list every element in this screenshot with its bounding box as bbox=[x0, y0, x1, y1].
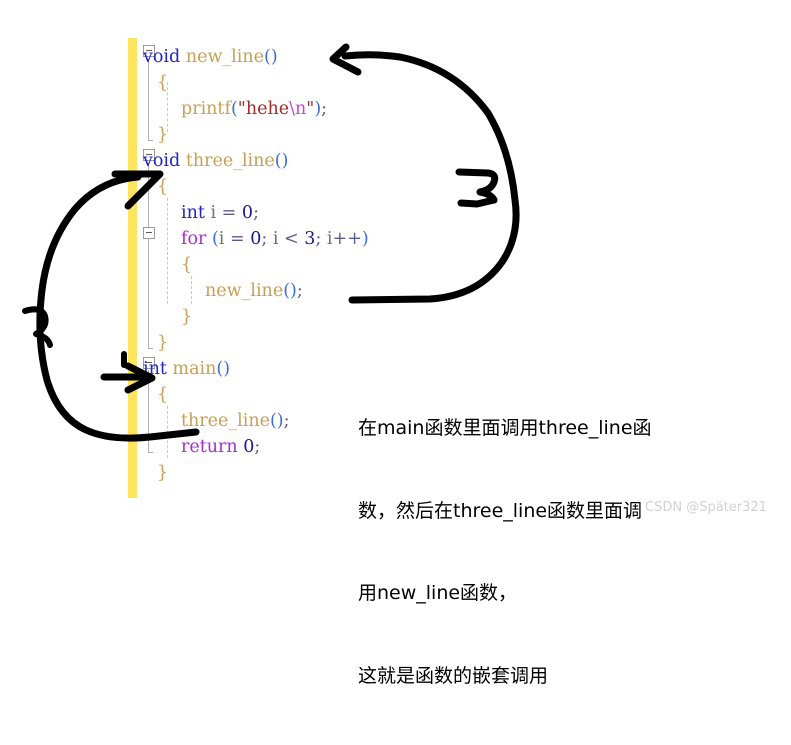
code-token: { bbox=[157, 385, 169, 405]
code-line[interactable]: int main() bbox=[143, 356, 369, 382]
code-token: () bbox=[283, 281, 297, 301]
code-token: () bbox=[274, 151, 289, 171]
code-token: ; bbox=[254, 437, 261, 457]
screenshot-root: void new_line(){printf("hehe\n");} void t… bbox=[0, 0, 791, 687]
code-token: return bbox=[181, 437, 238, 457]
code-line[interactable]: } bbox=[143, 304, 369, 330]
code-token: { bbox=[157, 177, 169, 197]
code-line[interactable]: int i = 0; bbox=[143, 200, 369, 226]
code-token: three_line bbox=[185, 151, 275, 171]
code-token: } bbox=[157, 463, 169, 483]
annotation-text-block: 在main函数里面调用three_line函 数，然后在three_line函数… bbox=[358, 360, 768, 745]
code-token: = bbox=[229, 229, 245, 249]
annotation-line: 这就是函数的嵌套调用 bbox=[358, 664, 549, 687]
csdn-watermark: CSDN @Später321 bbox=[645, 500, 767, 515]
code-token: () bbox=[269, 411, 284, 431]
code-line[interactable]: void three_line() bbox=[143, 148, 369, 174]
code-line[interactable]: for (i = 0; i < 3; i++) bbox=[143, 226, 369, 252]
code-line[interactable]: } bbox=[143, 122, 369, 148]
code-token: int bbox=[143, 359, 167, 379]
code-token: ++ bbox=[332, 229, 362, 249]
code-line[interactable]: { bbox=[143, 252, 369, 278]
code-token: 0 bbox=[241, 203, 254, 223]
annotation-line: 在main函数里面调用three_line函 bbox=[358, 417, 652, 439]
code-line[interactable]: { bbox=[143, 70, 369, 96]
code-text[interactable]: void new_line(){printf("hehe\n");} void t… bbox=[143, 44, 369, 486]
code-line[interactable]: } bbox=[143, 460, 369, 486]
code-token: } bbox=[181, 307, 193, 327]
code-token: ( bbox=[230, 99, 238, 119]
ink-bracket-right-tail bbox=[457, 196, 498, 208]
code-token: ; bbox=[253, 203, 259, 223]
code-token: ; bbox=[283, 411, 290, 431]
annotation-line: 用new_line函数， bbox=[358, 582, 518, 604]
code-token: 0 bbox=[243, 437, 255, 457]
code-line[interactable]: { bbox=[143, 174, 369, 200]
code-token: 3 bbox=[304, 229, 316, 249]
code-line[interactable]: printf("hehe\n"); bbox=[143, 96, 369, 122]
code-token: new_line bbox=[205, 281, 284, 301]
code-token: for bbox=[181, 229, 207, 249]
code-token: ; bbox=[321, 99, 328, 119]
code-line[interactable]: void new_line() bbox=[143, 44, 369, 70]
code-token: = bbox=[221, 203, 237, 223]
code-token: main bbox=[172, 359, 217, 379]
code-token: } bbox=[157, 125, 169, 145]
code-token: { bbox=[181, 255, 193, 275]
code-token: printf bbox=[181, 99, 231, 119]
ink-bracket-right bbox=[455, 168, 499, 204]
code-token: int bbox=[181, 203, 205, 223]
code-editor[interactable]: void new_line(){printf("hehe\n");} void t… bbox=[0, 0, 369, 530]
code-line[interactable]: } bbox=[143, 330, 369, 356]
code-token: void bbox=[143, 47, 181, 67]
code-token: three_line bbox=[181, 411, 270, 431]
arrow-new-line-call-to-definition bbox=[341, 51, 520, 304]
code-token: { bbox=[157, 73, 169, 93]
code-token: void bbox=[143, 151, 181, 171]
code-line[interactable]: return 0; bbox=[143, 434, 369, 460]
code-line[interactable]: three_line(); bbox=[143, 408, 369, 434]
code-token: new_line bbox=[185, 47, 264, 67]
code-token: () bbox=[264, 47, 278, 67]
code-token: ) bbox=[361, 229, 369, 249]
code-token: \n bbox=[289, 99, 307, 119]
code-token: () bbox=[216, 359, 231, 379]
code-token: } bbox=[157, 333, 169, 353]
code-line[interactable]: new_line(); bbox=[143, 278, 369, 304]
code-line[interactable]: { bbox=[143, 382, 369, 408]
code-token: ( bbox=[211, 229, 219, 249]
unsaved-change-bar bbox=[128, 38, 137, 498]
code-token: < bbox=[284, 229, 299, 249]
code-token: ; bbox=[296, 281, 303, 301]
code-token: "hehe bbox=[237, 99, 290, 119]
code-token: 0 bbox=[250, 229, 262, 249]
